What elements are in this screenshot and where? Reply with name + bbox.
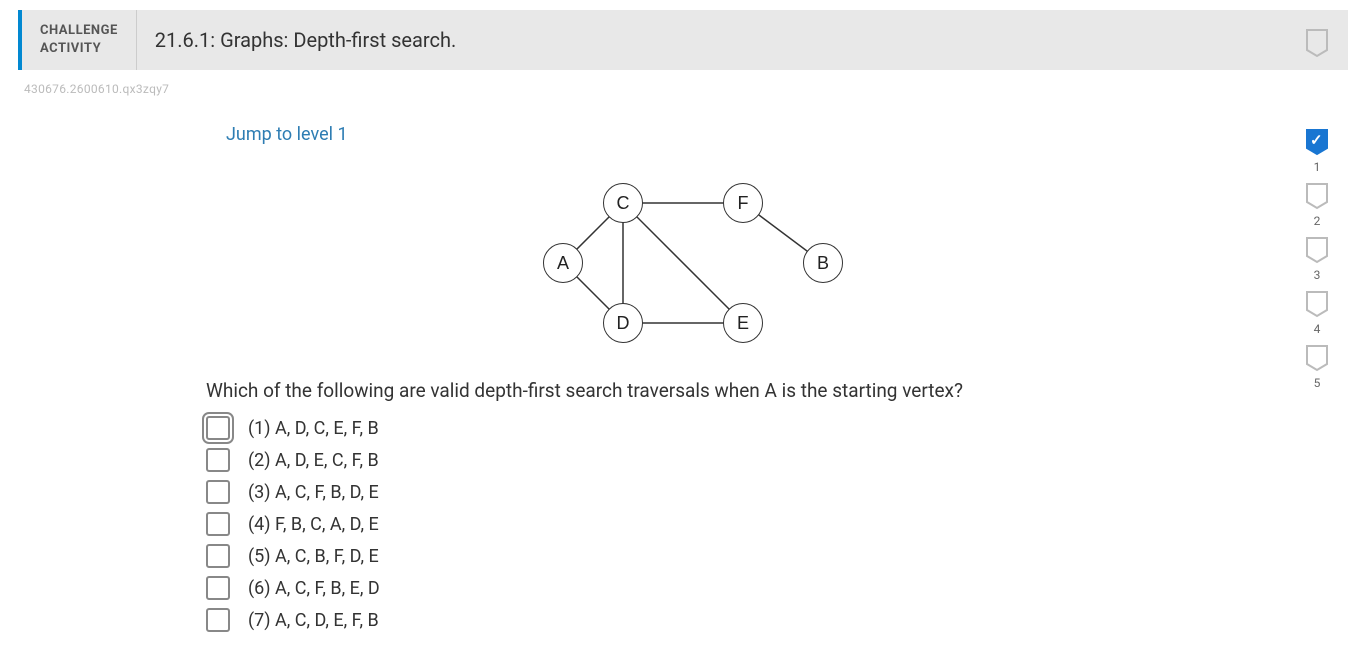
option-checkbox-4[interactable]: [206, 512, 230, 536]
seed-id: 430676.2600610.qx3zqy7: [18, 70, 1348, 96]
option-label: (1) A, D, C, E, F, B: [248, 418, 379, 439]
shield-icon: [1304, 182, 1330, 210]
option-checkbox-1[interactable]: [206, 416, 230, 440]
level-nav: ✓12345: [1304, 128, 1330, 392]
bookmark-icon: [1304, 43, 1330, 62]
graph-node-e: E: [723, 303, 763, 343]
option-row: (1) A, D, C, E, F, B: [206, 412, 1178, 444]
option-row: (7) A, C, D, E, F, B: [206, 604, 1178, 636]
graph-node-a: A: [543, 243, 583, 283]
graph-diagram: C F A B D E: [513, 173, 853, 353]
level-number: 5: [1314, 376, 1321, 390]
option-label: (4) F, B, C, A, D, E: [248, 514, 379, 535]
option-checkbox-3[interactable]: [206, 480, 230, 504]
level-number: 4: [1314, 322, 1321, 336]
shield-icon: [1304, 290, 1330, 318]
option-row: (2) A, D, E, C, F, B: [206, 444, 1178, 476]
header-label-line2: ACTIVITY: [40, 40, 118, 58]
option-checkbox-7[interactable]: [206, 608, 230, 632]
header-title: 21.6.1: Graphs: Depth-first search.: [137, 10, 474, 70]
option-checkbox-2[interactable]: [206, 448, 230, 472]
header-label-line1: CHALLENGE: [40, 22, 118, 40]
question-text: Which of the following are valid depth-f…: [188, 373, 1178, 412]
option-label: (5) A, C, B, F, D, E: [248, 546, 379, 567]
header-label: CHALLENGE ACTIVITY: [22, 10, 137, 70]
level-nav-item-3[interactable]: 3: [1304, 236, 1330, 282]
graph-node-c: C: [603, 183, 643, 223]
option-checkbox-6[interactable]: [206, 576, 230, 600]
option-label: (3) A, C, F, B, D, E: [248, 482, 379, 503]
graph-node-f: F: [723, 183, 763, 223]
level-nav-item-5[interactable]: 5: [1304, 344, 1330, 392]
option-row: (5) A, C, B, F, D, E: [206, 540, 1178, 572]
option-label: (7) A, C, D, E, F, B: [248, 610, 379, 631]
option-row: (4) F, B, C, A, D, E: [206, 508, 1178, 540]
level-number: 3: [1314, 268, 1321, 282]
option-label: (2) A, D, E, C, F, B: [248, 450, 379, 471]
activity-header: CHALLENGE ACTIVITY 21.6.1: Graphs: Depth…: [18, 10, 1348, 70]
option-row: (6) A, C, F, B, E, D: [206, 572, 1178, 604]
shield-icon: [1304, 344, 1330, 372]
level-number: 1: [1314, 160, 1321, 174]
shield-icon: [1304, 236, 1330, 264]
options-list: (1) A, D, C, E, F, B (2) A, D, E, C, F, B…: [188, 412, 1178, 636]
check-icon: ✓: [1310, 131, 1323, 149]
level-number: 2: [1314, 214, 1321, 228]
option-checkbox-5[interactable]: [206, 544, 230, 568]
option-row: (3) A, C, F, B, D, E: [206, 476, 1178, 508]
level-nav-item-1[interactable]: ✓1: [1304, 128, 1330, 174]
level-nav-item-2[interactable]: 2: [1304, 182, 1330, 228]
graph-node-b: B: [803, 243, 843, 283]
content: Jump to level 1 C F A B D E Which of the foll…: [18, 96, 1348, 636]
bookmark-button[interactable]: [1304, 28, 1330, 62]
jump-to-level-link[interactable]: Jump to level 1: [188, 96, 348, 163]
level-nav-item-4[interactable]: 4: [1304, 290, 1330, 336]
shield-icon: ✓: [1304, 128, 1330, 156]
option-label: (6) A, C, F, B, E, D: [248, 578, 380, 599]
graph-node-d: D: [603, 303, 643, 343]
